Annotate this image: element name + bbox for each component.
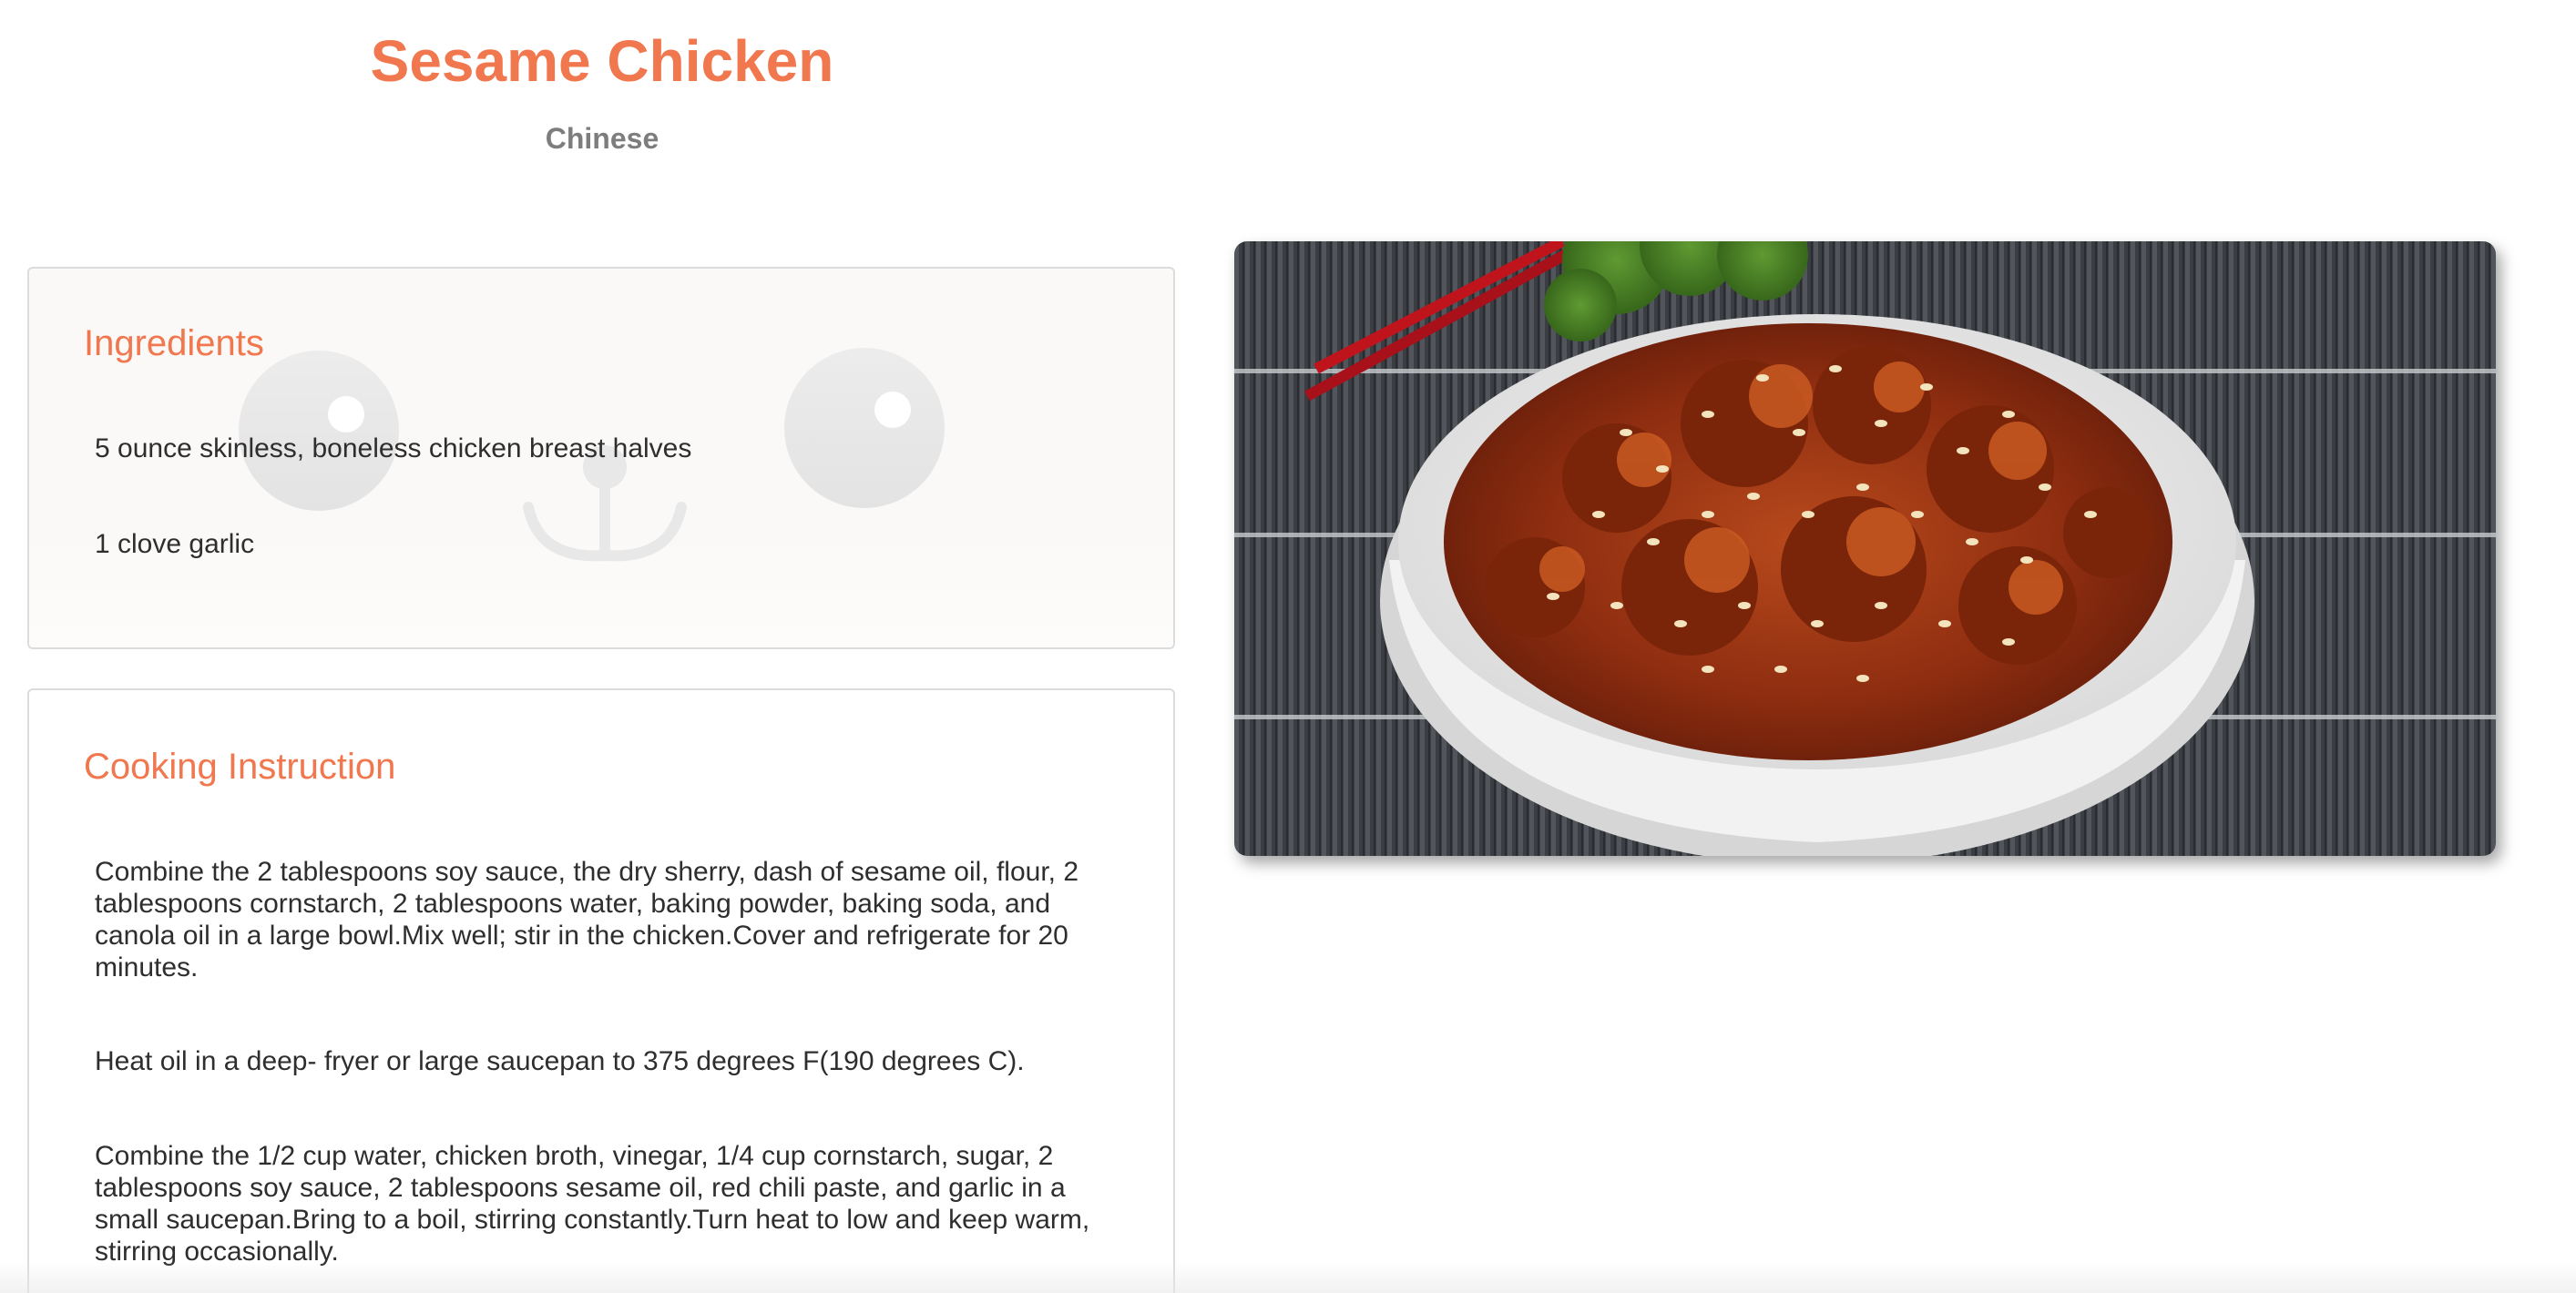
instruction-step: Heat oil in a deep- fryer or large sauce…	[95, 1046, 1025, 1076]
instruction-step: Combine the 1/2 cup water, chicken broth…	[95, 1141, 1090, 1267]
ingredient-item: 1 clove garlic	[95, 529, 255, 559]
ingredients-card: Ingredients 5 ounce skinless, boneless c…	[27, 267, 1175, 649]
instructions-card: Cooking Instruction Combine the 2 tables…	[27, 688, 1175, 1293]
ingredient-item: 5 ounce skinless, boneless chicken breas…	[95, 433, 692, 463]
instruction-step: Combine the 2 tablespoons soy sauce, the…	[95, 857, 1079, 982]
recipe-photo	[1234, 241, 2496, 856]
recipe-header: Sesame Chicken Chinese	[27, 0, 1177, 155]
ingredients-heading: Ingredients	[84, 323, 264, 363]
sesame-chicken-bowl-image	[1234, 241, 2496, 856]
recipe-title: Sesame Chicken	[370, 28, 834, 94]
recipe-page: Sesame Chicken Chinese Ingredients 5 oun…	[0, 0, 2576, 1293]
recipe-cuisine: Chinese	[545, 122, 659, 155]
instructions-heading: Cooking Instruction	[84, 747, 396, 787]
